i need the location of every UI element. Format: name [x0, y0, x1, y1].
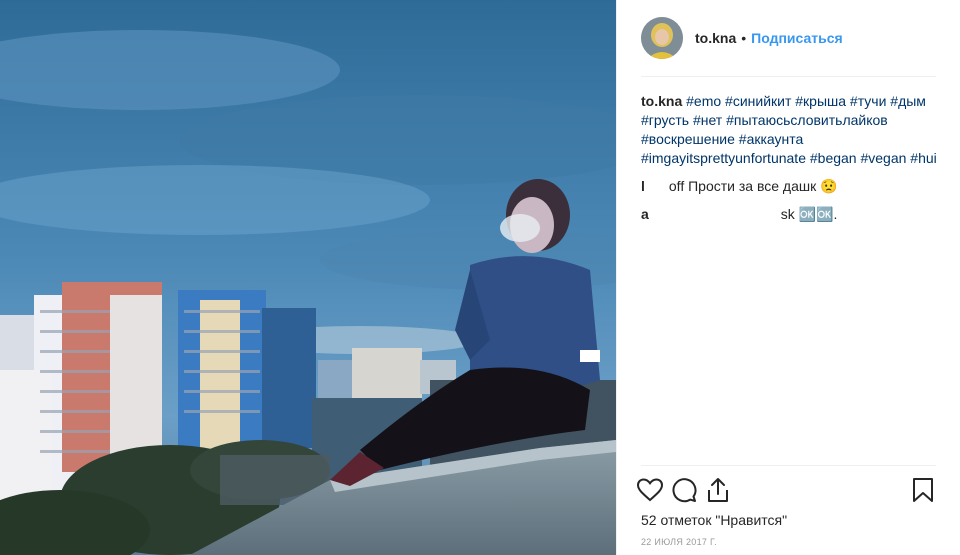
bookmark-icon	[913, 478, 933, 502]
post-photo[interactable]	[0, 0, 616, 555]
comments-section: to.kna #emo #синийкит #крыша #тучи #дым …	[641, 92, 937, 224]
header-divider	[641, 76, 936, 77]
comment-bubble-icon	[672, 478, 697, 503]
comment-text: sk 🆗🆗.	[780, 206, 838, 222]
post-date[interactable]: 22 июля 2017 г.	[641, 537, 717, 547]
comment-item: a sk 🆗🆗.	[641, 205, 937, 224]
author-username[interactable]: to.kna	[695, 30, 736, 46]
caption-hashtags[interactable]: #emo #синийкит #крыша #тучи #дым #грусть…	[641, 93, 937, 166]
rooftop-photo-illustration	[0, 0, 616, 555]
comment-author[interactable]: l	[641, 177, 645, 196]
save-button[interactable]	[906, 474, 940, 506]
caption-author[interactable]: to.kna	[641, 93, 682, 109]
share-icon	[708, 478, 728, 502]
caption: to.kna #emo #синийкит #крыша #тучи #дым …	[641, 92, 937, 168]
avatar-image	[641, 17, 683, 59]
follow-button[interactable]: Подписаться	[751, 30, 843, 46]
comment-author[interactable]: a	[641, 205, 649, 224]
heart-icon	[637, 478, 663, 502]
separator-dot: •	[741, 30, 747, 46]
likes-count[interactable]: 52 отметок "Нравится"	[641, 512, 787, 528]
actions-divider	[641, 465, 936, 466]
comment-text: off Прости за все дашк 😟	[668, 178, 838, 194]
like-button[interactable]	[633, 474, 667, 506]
comment-item: l off Прости за все дашк 😟	[641, 177, 937, 196]
action-bar	[633, 474, 940, 506]
share-button[interactable]	[701, 474, 735, 506]
post-side-panel: to.kna • Подписаться to.kna #emo #синийк…	[616, 0, 960, 555]
comment-button[interactable]	[667, 474, 701, 506]
post-header: to.kna • Подписаться	[641, 16, 936, 60]
instagram-post: to.kna • Подписаться to.kna #emo #синийк…	[0, 0, 960, 555]
avatar[interactable]	[641, 17, 683, 59]
